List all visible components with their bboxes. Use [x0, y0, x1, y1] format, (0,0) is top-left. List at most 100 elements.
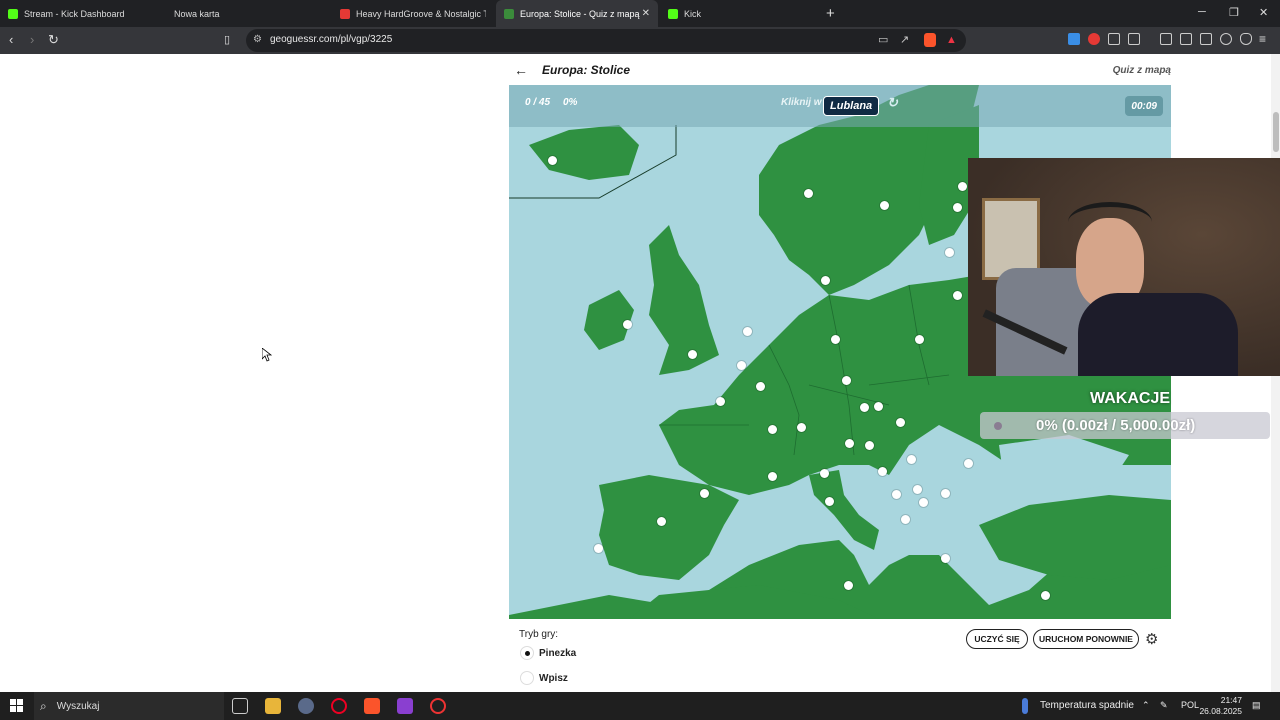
forward-icon[interactable]: ›: [30, 32, 34, 47]
minimize-icon[interactable]: ─: [1198, 6, 1206, 18]
capital-pin[interactable]: [622, 319, 632, 329]
mode-label-type[interactable]: Wpisz: [539, 673, 568, 684]
capital-pin[interactable]: [841, 375, 851, 385]
screenshot-icon[interactable]: [1128, 33, 1140, 45]
browser-tab-strip: Stream - Kick Dashboard Nowa karta Heavy…: [0, 0, 1280, 27]
capital-pin[interactable]: [906, 454, 916, 464]
close-window-icon[interactable]: ✕: [1259, 6, 1268, 19]
reload-icon[interactable]: ↻: [48, 32, 59, 48]
search-placeholder: Wyszukaj: [56, 700, 100, 712]
app-icon[interactable]: [298, 698, 314, 714]
mode-radio-type[interactable]: [520, 671, 534, 685]
capital-pin[interactable]: [877, 466, 887, 476]
wallet-icon[interactable]: [1200, 33, 1212, 45]
windows-start-icon[interactable]: [10, 699, 23, 712]
address-bar[interactable]: ⚙ geoguessr.com/pl/vgp/3225 ▭ ↗ ▲: [246, 29, 966, 52]
leo-ai-icon[interactable]: [1220, 33, 1232, 45]
weather-text[interactable]: Temperatura spadnie: [1040, 700, 1134, 711]
capital-pin[interactable]: [957, 181, 967, 191]
cast-icon[interactable]: ▭: [878, 33, 888, 46]
capital-pin[interactable]: [796, 422, 806, 432]
brave-rewards-icon[interactable]: ▲: [946, 34, 957, 46]
notifications-icon[interactable]: ▤: [1252, 700, 1261, 711]
capital-pin[interactable]: [963, 458, 973, 468]
language-indicator[interactable]: POL: [1181, 700, 1199, 710]
capital-pin[interactable]: [895, 417, 905, 427]
capital-pin[interactable]: [912, 484, 922, 494]
capital-pin[interactable]: [819, 468, 829, 478]
settings-gear-icon[interactable]: ⚙: [1145, 630, 1158, 648]
learn-button[interactable]: UCZYĆ SIĘ: [966, 629, 1028, 649]
mode-label-pin[interactable]: Pinezka: [539, 648, 576, 659]
taskbar-clock[interactable]: 21:47 26.08.2025: [1198, 695, 1242, 717]
sidebar-icon[interactable]: [1180, 33, 1192, 45]
capital-pin[interactable]: [873, 401, 883, 411]
opera-icon[interactable]: [331, 698, 347, 714]
capital-pin[interactable]: [914, 334, 924, 344]
brave-shields-icon[interactable]: [924, 33, 936, 47]
capital-pin[interactable]: [830, 334, 840, 344]
tab-new-tab[interactable]: Nowa karta: [166, 0, 331, 27]
scrollbar-thumb[interactable]: [1273, 112, 1279, 152]
capital-pin[interactable]: [820, 275, 830, 285]
capital-pin[interactable]: [859, 402, 869, 412]
capital-pin[interactable]: [742, 326, 752, 336]
mode-radio-pin[interactable]: [520, 646, 534, 660]
capital-pin[interactable]: [547, 155, 557, 165]
capital-pin[interactable]: [944, 247, 954, 257]
media-icon[interactable]: [1160, 33, 1172, 45]
tab-kick-dashboard[interactable]: Stream - Kick Dashboard: [0, 0, 165, 27]
back-icon[interactable]: ‹: [9, 32, 13, 47]
capital-pin[interactable]: [940, 488, 950, 498]
capital-pin[interactable]: [843, 580, 853, 590]
capital-pin[interactable]: [952, 202, 962, 212]
bookmark-icon[interactable]: ▯: [224, 33, 230, 46]
menu-icon[interactable]: ≡: [1259, 32, 1266, 46]
capital-pin[interactable]: [879, 200, 889, 210]
capital-pin[interactable]: [767, 471, 777, 481]
skip-icon[interactable]: ↻: [887, 95, 898, 111]
extensions-puzzle-icon[interactable]: [1108, 33, 1120, 45]
maximize-icon[interactable]: ❐: [1229, 6, 1239, 19]
file-explorer-icon[interactable]: [265, 698, 281, 714]
extension-icon[interactable]: [1068, 33, 1080, 45]
capital-pin[interactable]: [803, 188, 813, 198]
capital-pin[interactable]: [767, 424, 777, 434]
capital-pin[interactable]: [715, 396, 725, 406]
capital-pin[interactable]: [656, 516, 666, 526]
tab-kick[interactable]: Kick: [660, 0, 820, 27]
capital-pin[interactable]: [844, 438, 854, 448]
capital-pin[interactable]: [736, 360, 746, 370]
capital-pin[interactable]: [687, 349, 697, 359]
capital-pin[interactable]: [824, 496, 834, 506]
capital-pin[interactable]: [952, 290, 962, 300]
extension-icon[interactable]: [1088, 33, 1100, 45]
brave-icon[interactable]: [364, 698, 380, 714]
pen-icon[interactable]: ✎: [1160, 700, 1168, 711]
tab-youtube[interactable]: Heavy HardGroove & Nostalgic Tran: [332, 0, 494, 27]
capital-pin[interactable]: [891, 489, 901, 499]
close-tab-icon[interactable]: ✕: [642, 8, 650, 19]
taskbar-search[interactable]: ⌕ Wyszukaj: [34, 692, 224, 720]
new-tab-button[interactable]: +: [826, 5, 835, 22]
tab-geoguessr[interactable]: Europa: Stolice - Quiz z mapą - S ✕: [496, 0, 658, 27]
webcam-overlay: [968, 158, 1280, 376]
capital-pin[interactable]: [699, 488, 709, 498]
task-view-icon[interactable]: [232, 698, 248, 714]
share-icon[interactable]: ↗: [900, 33, 909, 46]
score-percent: 0%: [563, 97, 578, 108]
capital-pin[interactable]: [755, 381, 765, 391]
app-icon[interactable]: [430, 698, 446, 714]
capital-pin[interactable]: [864, 440, 874, 450]
site-info-icon[interactable]: ⚙: [253, 34, 262, 45]
vpn-shield-icon[interactable]: [1240, 33, 1252, 45]
restart-button[interactable]: URUCHOM PONOWNIE: [1033, 629, 1139, 649]
capital-pin[interactable]: [1040, 590, 1050, 600]
capital-pin[interactable]: [940, 553, 950, 563]
capital-pin[interactable]: [900, 514, 910, 524]
app-icon[interactable]: [397, 698, 413, 714]
capital-pin[interactable]: [593, 543, 603, 553]
tray-chevron-icon[interactable]: ⌃: [1142, 700, 1150, 711]
capital-pin[interactable]: [918, 497, 928, 507]
back-arrow-icon[interactable]: ←: [514, 62, 528, 78]
